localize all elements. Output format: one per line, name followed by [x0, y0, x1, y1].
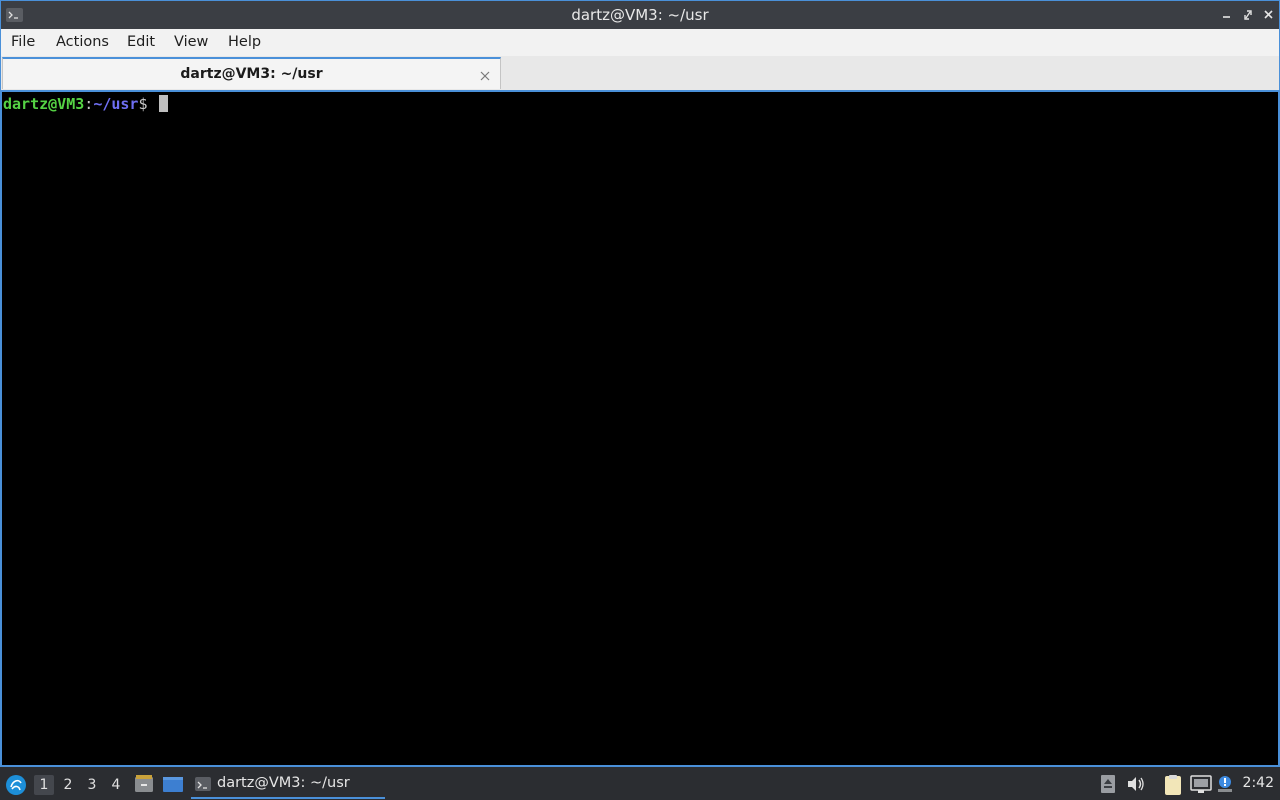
menu-file[interactable]: File — [11, 34, 35, 50]
prompt-separator: : — [84, 95, 94, 113]
tray-volume-button[interactable] — [1126, 774, 1146, 798]
task-label: dartz@VM3: ~/usr — [217, 775, 350, 791]
taskbar: 1 2 3 4 dartz@VM3: ~/usr 2:42 — [0, 767, 1280, 800]
close-icon — [1264, 10, 1273, 19]
menu-edit[interactable]: Edit — [127, 34, 155, 50]
file-manager-launcher[interactable] — [134, 774, 154, 798]
file-manager-icon — [135, 775, 153, 792]
close-window-button[interactable] — [1262, 7, 1276, 23]
workspace-1[interactable]: 1 — [34, 775, 54, 795]
minimize-button[interactable] — [1220, 7, 1234, 23]
minimize-icon — [1223, 16, 1230, 18]
terminal-icon — [195, 777, 211, 791]
workspace-4[interactable]: 4 — [106, 775, 126, 795]
workspace-2[interactable]: 2 — [58, 775, 78, 795]
menu-help[interactable]: Help — [228, 34, 261, 50]
workspace-3[interactable]: 3 — [82, 775, 102, 795]
show-desktop-button[interactable] — [162, 774, 184, 798]
prompt-path: ~/usr — [93, 95, 139, 113]
tab-label: dartz@VM3: ~/usr — [180, 66, 323, 82]
tab-terminal[interactable]: dartz@VM3: ~/usr — [2, 57, 501, 89]
terminal-area[interactable]: dartz@VM3:~/usr$ — [0, 90, 1280, 767]
prompt-user: dartz@VM3 — [3, 95, 85, 113]
prompt-symbol: $ — [138, 95, 148, 113]
lubuntu-logo-icon — [6, 775, 26, 795]
menu-view[interactable]: View — [174, 34, 208, 50]
text-cursor — [158, 95, 168, 112]
maximize-button[interactable] — [1241, 7, 1255, 23]
tab-bar: dartz@VM3: ~/usr — [0, 56, 1280, 90]
restore-icon — [1244, 10, 1252, 20]
tray-notification-button[interactable] — [1216, 774, 1236, 798]
clock[interactable]: 2:42 — [1243, 775, 1274, 791]
network-icon — [1190, 775, 1212, 793]
volume-icon — [1128, 777, 1144, 791]
window-title: dartz@VM3: ~/usr — [571, 6, 709, 24]
tray-network-button[interactable] — [1190, 774, 1212, 798]
tray-eject-button[interactable] — [1099, 774, 1117, 798]
info-icon — [1218, 776, 1232, 792]
shell-prompt: dartz@VM3:~/usr$ — [3, 95, 168, 113]
tray-clipboard-button[interactable] — [1162, 774, 1184, 800]
tab-close-button[interactable] — [479, 67, 491, 81]
close-icon — [480, 71, 490, 81]
clipboard-icon — [1165, 775, 1181, 795]
start-menu-button[interactable] — [5, 774, 27, 796]
menu-actions[interactable]: Actions — [56, 34, 109, 50]
desktop-icon — [163, 777, 183, 792]
menu-bar: File Actions Edit View Help — [0, 29, 1280, 56]
taskbar-task-terminal[interactable]: dartz@VM3: ~/usr — [191, 770, 385, 799]
eject-icon — [1101, 775, 1115, 793]
window-titlebar[interactable]: dartz@VM3: ~/usr — [0, 0, 1280, 29]
